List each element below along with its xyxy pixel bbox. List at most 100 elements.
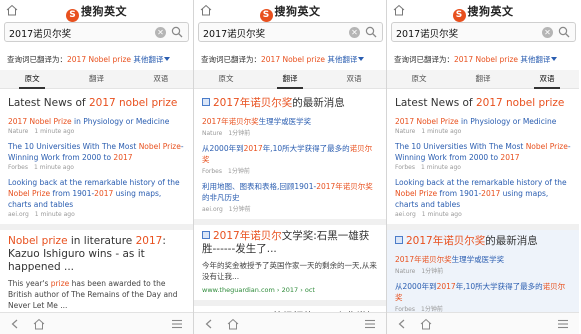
- highlighted-text: 2017: [500, 153, 520, 162]
- news-item: Looking back at the remarkable history o…: [395, 177, 571, 218]
- clear-icon[interactable]: ✕: [542, 27, 553, 38]
- news-item-title[interactable]: 从2000年到2017年,10所大学获得了最多的诺贝尔奖: [395, 281, 571, 303]
- news-item-title[interactable]: 2017年诺贝尔奖生理学或医学奖: [395, 254, 571, 265]
- news-time: 1 minute ago: [421, 164, 461, 171]
- news-source: Forbes: [8, 164, 29, 171]
- result-title[interactable]: 2017年诺贝尔文学奖:石黑一雄获胜------发生了...: [202, 230, 378, 256]
- search-result-panel-3: S搜狗英文 ✕ 查询词已翻译为：2017 Nobel prize 其他翻译 原文…: [386, 0, 579, 334]
- news-item-title[interactable]: 2017 Nobel Prize in Physiology or Medici…: [8, 116, 185, 127]
- tab-original[interactable]: 原文: [387, 70, 451, 88]
- text-segment: 的最新消息: [292, 97, 345, 109]
- menu-icon[interactable]: [364, 319, 376, 329]
- news-item-title[interactable]: 从2000年到2017年,10所大学获得了最多的诺贝尔奖: [202, 143, 378, 165]
- other-translations-link[interactable]: 其他翻译: [327, 55, 357, 64]
- web-result-card: Nobel prize in literature 2017: Kazuo Is…: [0, 230, 193, 312]
- tab-translation[interactable]: 翻译: [451, 70, 515, 88]
- highlighted-text: 2017: [94, 189, 114, 198]
- news-item-title[interactable]: 2017 Nobel Prize in Physiology or Medici…: [395, 116, 571, 127]
- search-icon[interactable]: [558, 26, 570, 38]
- translation-prefix: 查询词已翻译为：: [7, 55, 67, 64]
- news-item-meta: Nature 1 minute ago: [8, 128, 185, 135]
- news-time: 1分钟前: [228, 130, 251, 137]
- search-input[interactable]: [203, 25, 343, 40]
- chevron-down-icon[interactable]: [164, 57, 171, 61]
- back-icon[interactable]: [397, 319, 407, 329]
- news-item: The 10 Universities With The Most Nobel …: [8, 141, 185, 171]
- tab-translation[interactable]: 翻译: [258, 70, 322, 89]
- other-translations-link[interactable]: 其他翻译: [133, 55, 163, 64]
- back-icon[interactable]: [204, 319, 214, 329]
- chevron-down-icon[interactable]: [358, 57, 365, 61]
- news-source: aei.org: [395, 211, 416, 218]
- back-icon[interactable]: [10, 319, 20, 329]
- highlighted-text: Nobel Prize: [525, 142, 568, 151]
- result-title[interactable]: Nobel prize in literature 2017: Kazuo Is…: [8, 235, 185, 274]
- menu-icon[interactable]: [557, 319, 569, 329]
- news-source: Forbes: [395, 164, 416, 171]
- news-item-meta: Nature 1 minute ago: [395, 128, 571, 135]
- result-title[interactable]: 2017年诺贝尔奖的最新消息: [202, 97, 378, 110]
- tab-bilingual[interactable]: 双语: [129, 70, 193, 88]
- clear-icon[interactable]: ✕: [155, 27, 166, 38]
- text-segment: from 1901-: [50, 189, 95, 198]
- chevron-down-icon[interactable]: [551, 57, 558, 61]
- tab-original[interactable]: 原文: [0, 70, 64, 89]
- news-item: Looking back at the remarkable history o…: [8, 177, 185, 218]
- news-item: 2017 Nobel Prize in Physiology or Medici…: [395, 116, 571, 135]
- news-item-title[interactable]: 利用地图、图表和表格,回顾1901-2017年诺贝尔奖的非凡历史: [202, 181, 378, 203]
- translated-term: 2017 Nobel prize: [454, 55, 518, 64]
- news-item-meta: Forbes 1 minute ago: [395, 164, 571, 171]
- logo-text: 搜狗英文: [274, 5, 321, 18]
- result-title[interactable]: Latest News of 2017 nobel prize: [395, 97, 571, 110]
- news-item-title[interactable]: Looking back at the remarkable history o…: [395, 177, 571, 210]
- search-bar: ✕: [4, 22, 189, 42]
- news-item: 2017年诺贝尔奖生理学或医学奖 Nature 1分钟前: [202, 116, 378, 137]
- news-source: Nature: [202, 130, 223, 137]
- logo-mark: S: [452, 9, 466, 22]
- clear-icon[interactable]: ✕: [349, 27, 360, 38]
- three-panel-comparison: S搜狗英文 ✕ 查询词已翻译为：2017 Nobel prize 其他翻译 原文…: [0, 0, 581, 334]
- other-translations-link[interactable]: 其他翻译: [520, 55, 550, 64]
- news-item-title[interactable]: Looking back at the remarkable history o…: [8, 177, 185, 210]
- highlighted-text: 2017: [481, 189, 501, 198]
- view-tabs: 原文 翻译 双语: [194, 70, 386, 89]
- news-icon: [202, 98, 210, 106]
- result-title[interactable]: 2017年诺贝尔奖的最新消息: [395, 235, 571, 248]
- text-segment: in Physiology or Medicine: [458, 117, 557, 126]
- highlighted-text: 2017: [113, 153, 133, 162]
- news-item-title[interactable]: The 10 Universities With The Most Nobel …: [8, 141, 185, 163]
- home-icon[interactable]: [227, 318, 239, 330]
- home-icon[interactable]: [33, 318, 45, 330]
- tab-translation[interactable]: 翻译: [64, 70, 128, 88]
- text-segment: 从2000年到: [202, 144, 244, 153]
- text-segment: from 1901-: [437, 189, 482, 198]
- news-item: 2017年诺贝尔奖生理学或医学奖 Nature 1分钟前: [395, 254, 571, 275]
- tab-bilingual[interactable]: 双语: [515, 70, 579, 89]
- search-icon[interactable]: [171, 26, 183, 38]
- text-segment: 的非凡历史: [202, 193, 240, 202]
- news-icon: [395, 236, 403, 244]
- news-time: 1 minute ago: [34, 164, 74, 171]
- tab-bilingual[interactable]: 双语: [322, 70, 386, 88]
- text-segment: The 10 Universities With The Most: [8, 142, 139, 151]
- result-title[interactable]: Latest News of 2017 nobel prize: [8, 97, 185, 110]
- search-input[interactable]: [396, 25, 536, 40]
- news-item-title[interactable]: 2017年诺贝尔奖生理学或医学奖: [202, 116, 378, 127]
- news-time: 1分钟前: [421, 268, 444, 275]
- news-item: 2017 Nobel Prize in Physiology or Medici…: [8, 116, 185, 135]
- result-snippet: This year's prize has been awarded to th…: [8, 278, 185, 311]
- results-list: Latest News of 2017 nobel prize 2017 Nobe…: [387, 92, 579, 312]
- tab-original[interactable]: 原文: [194, 70, 258, 88]
- news-time: 1 minute ago: [421, 128, 462, 135]
- highlighted-text: Nobel prize: [8, 235, 68, 247]
- home-icon[interactable]: [420, 318, 432, 330]
- news-item-title[interactable]: The 10 Universities With The Most Nobel …: [395, 141, 571, 163]
- search-result-panel-2: S搜狗英文 ✕ 查询词已翻译为：2017 Nobel prize 其他翻译 原文…: [193, 0, 386, 334]
- top-bar: S 搜狗英文: [194, 0, 386, 22]
- news-time: 1分钟前: [228, 206, 251, 213]
- search-icon[interactable]: [365, 26, 377, 38]
- news-card: 2017年诺贝尔奖的最新消息 2017年诺贝尔奖生理学或医学奖 Nature 1分钟前…: [194, 92, 386, 225]
- news-time: 1 minute ago: [34, 211, 75, 218]
- menu-icon[interactable]: [171, 319, 183, 329]
- search-input[interactable]: [9, 25, 149, 40]
